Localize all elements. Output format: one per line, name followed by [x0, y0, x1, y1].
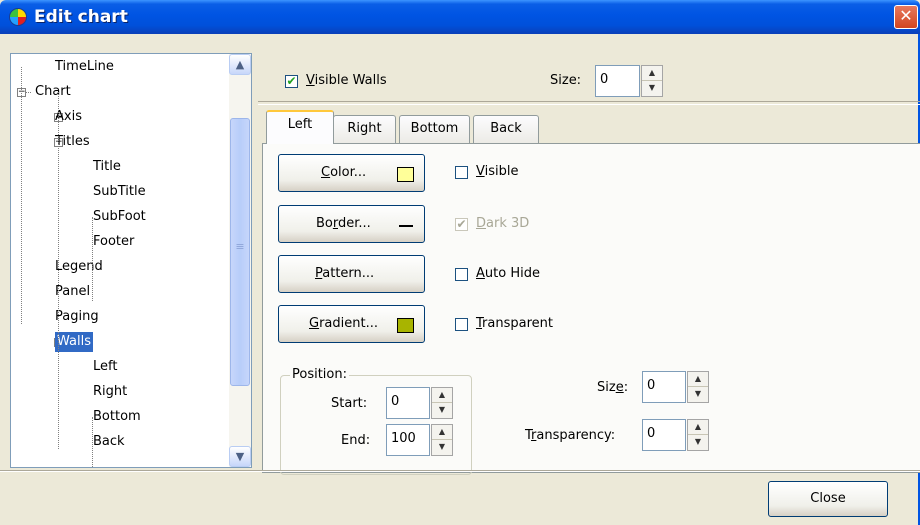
walls-size-spinner[interactable]: ▲ ▼ — [641, 65, 663, 97]
tree-item-subfoot[interactable]: SubFoot — [93, 207, 146, 227]
tree-item-left[interactable]: Left — [93, 357, 117, 377]
scroll-thumb[interactable]: ≡ — [230, 118, 250, 386]
tree-item-subtitle[interactable]: SubTitle — [93, 182, 146, 202]
size-label: Size: — [550, 73, 582, 88]
tree-item-bottom[interactable]: Bottom — [93, 407, 141, 427]
pattern-button[interactable]: Pattern... — [278, 255, 425, 293]
spin-down-icon[interactable]: ▼ — [642, 81, 662, 96]
border-line-icon — [399, 225, 413, 227]
spin-down-icon[interactable]: ▼ — [432, 403, 452, 418]
tree-item-right[interactable]: Right — [93, 382, 127, 402]
spin-up-icon[interactable]: ▲ — [432, 388, 452, 403]
walls-size-input[interactable]: 0 — [595, 65, 640, 97]
app-chart-icon — [10, 9, 26, 25]
dark-3d-checkbox[interactable]: ✔ — [455, 218, 468, 231]
tree-connector — [58, 92, 59, 449]
tree-item-titles[interactable]: Titles — [55, 132, 90, 152]
tree-connector — [92, 417, 93, 467]
spin-up-icon[interactable]: ▲ — [642, 66, 662, 81]
header-divider — [258, 101, 920, 105]
tree-item-axis[interactable]: Axis — [55, 107, 82, 127]
scroll-down-button[interactable]: ▼ — [229, 446, 251, 467]
gradient-button-label: Gradient... — [309, 316, 378, 331]
window-title: Edit chart — [34, 7, 128, 27]
title-bar[interactable]: Edit chart ✕ — [0, 0, 920, 34]
tree-item-legend[interactable]: Legend — [55, 257, 103, 277]
visible-label: Visible — [476, 164, 519, 179]
spin-up-icon[interactable]: ▲ — [688, 372, 708, 387]
border-button[interactable]: Border... — [278, 205, 425, 243]
spin-down-icon[interactable]: ▼ — [432, 440, 452, 455]
spin-up-icon[interactable]: ▲ — [688, 420, 708, 435]
wall-size-label: Size: — [597, 380, 629, 395]
spin-up-icon[interactable]: ▲ — [432, 425, 452, 440]
visible-walls-checkbox[interactable]: ✔ — [285, 75, 298, 88]
tab-right[interactable]: Right — [333, 115, 396, 143]
start-label: Start: — [331, 396, 368, 411]
transparency-input[interactable]: 0 — [642, 419, 686, 451]
visible-checkbox[interactable] — [455, 166, 468, 179]
start-spinner[interactable]: ▲ ▼ — [431, 387, 453, 419]
tree-item-back[interactable]: Back — [93, 432, 125, 452]
tab-left[interactable]: Left — [266, 110, 334, 144]
transparent-checkbox[interactable] — [455, 318, 468, 331]
wall-size-input[interactable]: 0 — [642, 371, 686, 403]
color-button[interactable]: Color... — [278, 154, 425, 192]
tree-connector — [21, 67, 22, 324]
window-close-icon[interactable]: ✕ — [894, 5, 918, 29]
start-input[interactable]: 0 — [386, 387, 430, 419]
scroll-grip-icon: ≡ — [235, 240, 245, 253]
dark-3d-label: Dark 3D — [476, 216, 530, 231]
gradient-button[interactable]: Gradient... — [278, 305, 425, 343]
gradient-swatch-icon — [397, 318, 414, 333]
tree-connector — [92, 217, 93, 301]
scroll-up-button[interactable]: ▲ — [229, 54, 251, 75]
tree-item-chart[interactable]: Chart — [35, 82, 71, 102]
wall-size-spinner[interactable]: ▲ ▼ — [687, 371, 709, 403]
tree-item-panel[interactable]: Panel — [55, 282, 90, 302]
tree-item-paging[interactable]: Paging — [55, 307, 99, 327]
border-button-label: Border... — [316, 216, 371, 231]
edit-chart-window: Edit chart ✕ TimeLine − Chart + Axis − Titles T… — [0, 0, 920, 525]
transparent-label: Transparent — [476, 316, 553, 331]
spin-down-icon[interactable]: ▼ — [688, 435, 708, 450]
transparency-label: Transparency: — [525, 428, 616, 443]
tree-view[interactable]: TimeLine − Chart + Axis − Titles Title SubTitle S… — [10, 53, 252, 468]
end-input[interactable]: 100 — [386, 424, 430, 456]
tree-item-timeline[interactable]: TimeLine — [55, 57, 114, 77]
end-spinner[interactable]: ▲ ▼ — [431, 424, 453, 456]
transparency-spinner[interactable]: ▲ ▼ — [687, 419, 709, 451]
position-group-title: Position: — [290, 367, 349, 383]
auto-hide-label: Auto Hide — [476, 266, 540, 281]
visible-walls-label: Visible Walls — [306, 73, 387, 88]
tree-item-footer[interactable]: Footer — [93, 232, 134, 252]
color-swatch-icon — [397, 167, 414, 182]
tree-item-title[interactable]: Title — [93, 157, 121, 177]
end-label: End: — [341, 433, 371, 448]
spin-down-icon[interactable]: ▼ — [688, 387, 708, 402]
tree-scrollbar[interactable]: ▲ ≡ ▼ — [229, 54, 251, 467]
tab-back[interactable]: Back — [473, 115, 539, 143]
tab-bottom[interactable]: Bottom — [399, 115, 470, 143]
pattern-button-label: Pattern... — [315, 266, 375, 281]
color-button-label: Color... — [321, 165, 367, 180]
auto-hide-checkbox[interactable] — [455, 268, 468, 281]
tree-item-walls[interactable]: Walls — [55, 332, 93, 352]
close-button[interactable]: Close — [768, 481, 888, 517]
footer-divider — [0, 470, 920, 472]
